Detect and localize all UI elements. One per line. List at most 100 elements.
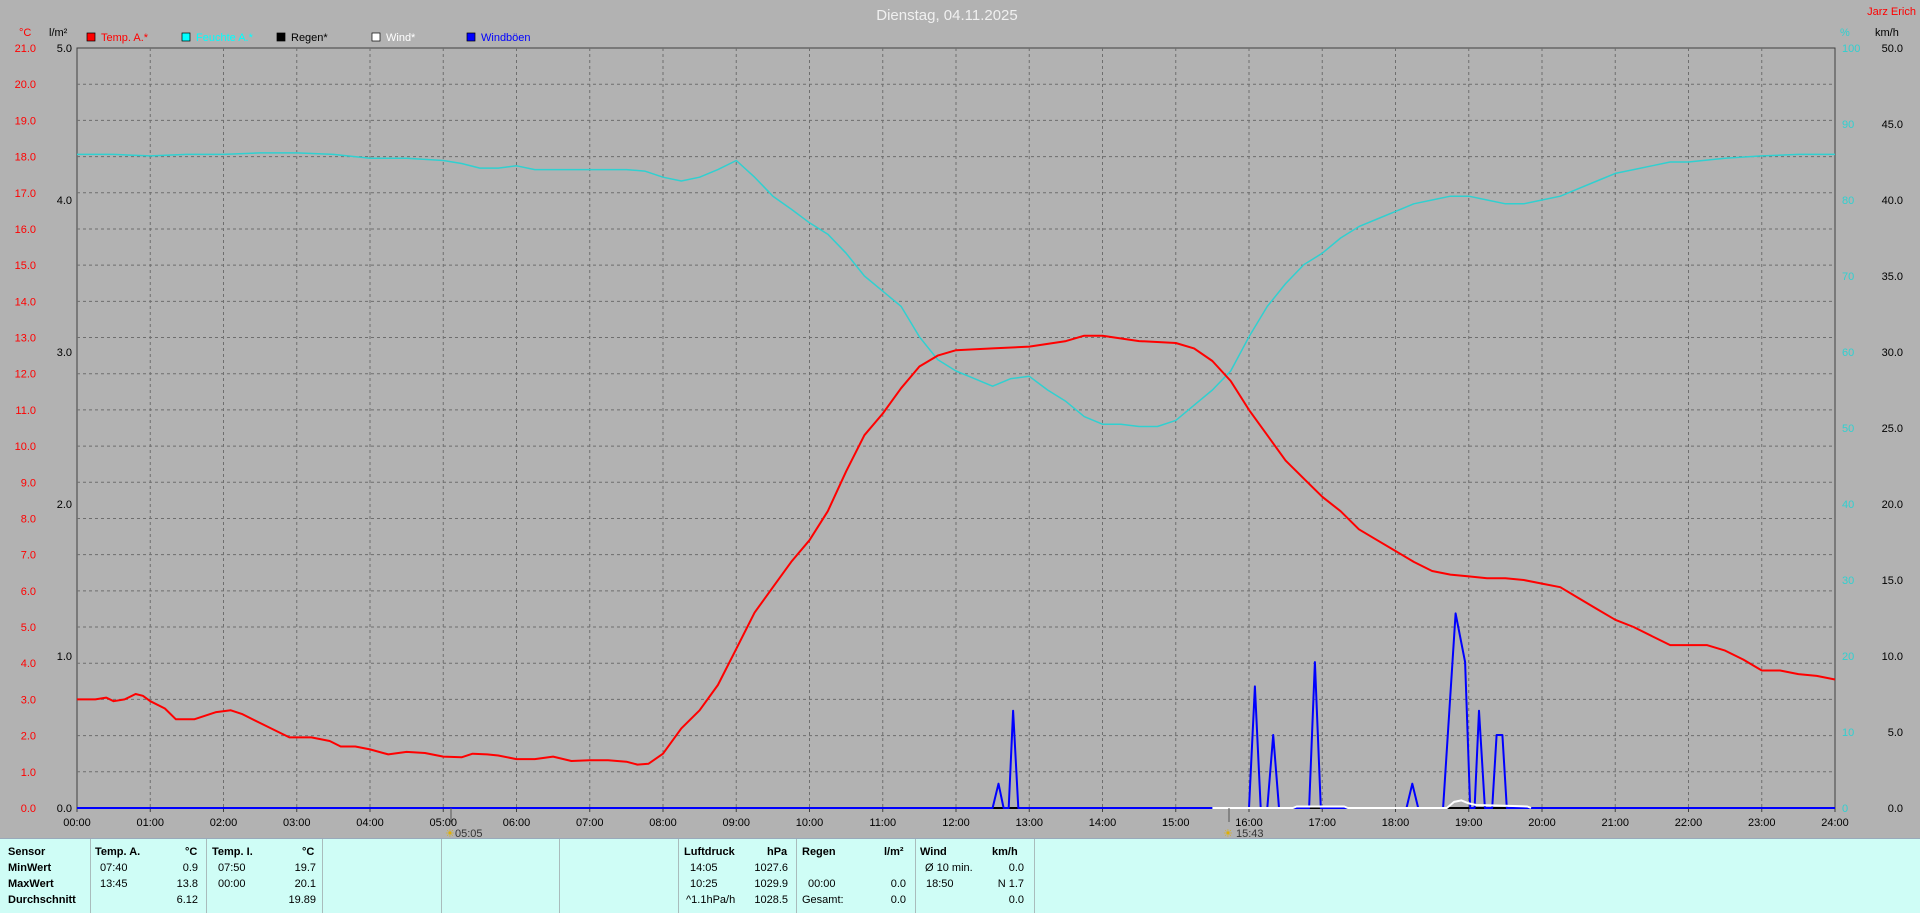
legend-swatch xyxy=(86,32,96,42)
max-temp-a-value: 13.8 xyxy=(176,878,198,890)
temp-tick-label: 0.0 xyxy=(21,803,36,815)
temp-tick-label: 21.0 xyxy=(15,43,36,55)
legend-swatch xyxy=(371,32,381,42)
header-pressure-unit: hPa xyxy=(767,846,788,858)
min-pressure-value: 1027.6 xyxy=(754,862,788,874)
x-tick-label: 23:00 xyxy=(1748,817,1776,829)
sunrise-time: 05:05 xyxy=(455,828,483,838)
legend-swatch xyxy=(181,32,191,42)
weather-chart: 0.0 1.0 2.0 3.0 4.0 5.0 6.0 7.0 8.0 9.0 10.0 11.0 12… xyxy=(15,6,1916,838)
temp-tick-label: 7.0 xyxy=(21,550,36,562)
header-temp-i: Temp. I. xyxy=(212,846,253,858)
rain-unit-label: l/m² xyxy=(49,27,68,39)
max-wind-time: 18:50 xyxy=(926,878,954,890)
hum-tick-label: 50 xyxy=(1842,423,1854,435)
max-temp-i-time: 00:00 xyxy=(218,878,246,890)
max-pressure-time: 10:25 xyxy=(690,878,718,890)
min-wind-value: 0.0 xyxy=(1008,862,1024,874)
legend: Temp. A.* Feuchte A.* Regen* Wind* Windböen xyxy=(86,32,531,44)
temp-unit-label: °C xyxy=(19,27,31,39)
legend-label: Regen* xyxy=(291,32,328,44)
max-wind-value: N 1.7 xyxy=(997,878,1024,890)
header-temp-a: Temp. A. xyxy=(95,846,141,858)
hum-tick-label: 100 xyxy=(1842,43,1860,55)
temp-tick-label: 13.0 xyxy=(15,333,36,345)
header-rain-unit: l/m² xyxy=(884,846,904,858)
x-tick-label: 11:00 xyxy=(869,817,896,829)
chart-title: Dienstag, 04.11.2025 xyxy=(876,7,1018,24)
total-rain-label: Gesamt: xyxy=(802,894,844,906)
x-tick-label: 19:00 xyxy=(1455,817,1483,829)
panel-divider xyxy=(915,839,916,913)
avg-wind-value: 0.0 xyxy=(1008,894,1024,906)
hum-tick-label: 70 xyxy=(1842,271,1854,283)
rain-tick-label: 5.0 xyxy=(57,43,72,55)
max-temp-i-value: 20.1 xyxy=(294,878,316,890)
x-tick-label: 12:00 xyxy=(942,817,970,829)
temp-tick-label: 18.0 xyxy=(15,152,36,164)
hum-tick-label: 60 xyxy=(1842,347,1854,359)
min-temp-a-time: 07:40 xyxy=(100,862,128,874)
min-wind-label: Ø 10 min. xyxy=(925,862,973,874)
temp-tick-label: 15.0 xyxy=(15,260,36,272)
x-tick-label: 18:00 xyxy=(1382,817,1410,829)
wind-tick-label: 30.0 xyxy=(1882,347,1903,359)
temp-tick-label: 19.0 xyxy=(15,115,36,127)
wind-tick-label: 15.0 xyxy=(1882,575,1903,587)
temp-tick-label: 3.0 xyxy=(21,694,36,706)
panel-divider xyxy=(678,839,679,913)
hum-tick-label: 90 xyxy=(1842,119,1854,131)
temp-tick-label: 2.0 xyxy=(21,731,36,743)
max-rain-value: 0.0 xyxy=(890,878,906,890)
legend-label: Feuchte A.* xyxy=(196,32,254,44)
rain-tick-label: 1.0 xyxy=(57,651,72,663)
total-rain-value: 0.0 xyxy=(890,894,906,906)
author-label: Jarz Erich xyxy=(1867,6,1916,18)
avg-pressure-trend: ^1.1hPa/h xyxy=(686,894,736,906)
axes: 0.0 1.0 2.0 3.0 4.0 5.0 6.0 7.0 8.0 9.0 10.0 11.0 12… xyxy=(15,43,1903,829)
temp-tick-label: 17.0 xyxy=(15,188,36,200)
max-rain-time: 00:00 xyxy=(808,878,836,890)
panel-divider xyxy=(90,839,91,913)
rain-tick-label: 0.0 xyxy=(57,803,72,815)
x-tick-label: 04:00 xyxy=(356,817,384,829)
hum-tick-label: 40 xyxy=(1842,499,1854,511)
wind-tick-label: 0.0 xyxy=(1888,803,1903,815)
x-tick-label: 07:00 xyxy=(576,817,604,829)
x-tick-label: 03:00 xyxy=(283,817,311,829)
row-min-label: MinWert xyxy=(8,862,52,874)
max-pressure-value: 1029.9 xyxy=(754,878,788,890)
max-temp-a-time: 13:45 xyxy=(100,878,128,890)
min-temp-a-value: 0.9 xyxy=(182,862,198,874)
temp-tick-label: 20.0 xyxy=(15,79,36,91)
x-tick-label: 08:00 xyxy=(649,817,677,829)
x-tick-label: 15:00 xyxy=(1162,817,1190,829)
x-tick-label: 10:00 xyxy=(796,817,824,829)
x-tick-label: 17:00 xyxy=(1308,817,1336,829)
wind-tick-label: 20.0 xyxy=(1882,499,1903,511)
rain-tick-label: 2.0 xyxy=(57,499,72,511)
x-tick-label: 21:00 xyxy=(1601,817,1629,829)
min-pressure-time: 14:05 xyxy=(690,862,718,874)
stats-panel: Sensor Temp. A. °C Temp. I. °C Luftdruck… xyxy=(0,838,1920,913)
wind-tick-label: 10.0 xyxy=(1882,651,1903,663)
legend-label: Windböen xyxy=(481,32,531,44)
sunrise-icon: ☀ xyxy=(445,828,455,838)
temp-tick-label: 16.0 xyxy=(15,224,36,236)
x-tick-label: 24:00 xyxy=(1821,817,1849,829)
panel-divider xyxy=(441,839,442,913)
temp-tick-label: 4.0 xyxy=(21,658,36,670)
wind-tick-label: 45.0 xyxy=(1882,119,1903,131)
min-temp-i-value: 19.7 xyxy=(294,862,316,874)
hum-tick-label: 30 xyxy=(1842,575,1854,587)
header-temp-i-unit: °C xyxy=(302,846,315,858)
temp-tick-label: 12.0 xyxy=(15,369,36,381)
hum-tick-label: 0 xyxy=(1842,803,1848,815)
rain-tick-label: 4.0 xyxy=(57,195,72,207)
hum-tick-label: 20 xyxy=(1842,651,1854,663)
temp-tick-label: 1.0 xyxy=(21,767,36,779)
row-avg-label: Durchschnitt xyxy=(8,894,76,906)
grid xyxy=(76,47,1836,809)
header-wind-unit: km/h xyxy=(992,846,1018,858)
avg-pressure-value: 1028.5 xyxy=(754,894,788,906)
